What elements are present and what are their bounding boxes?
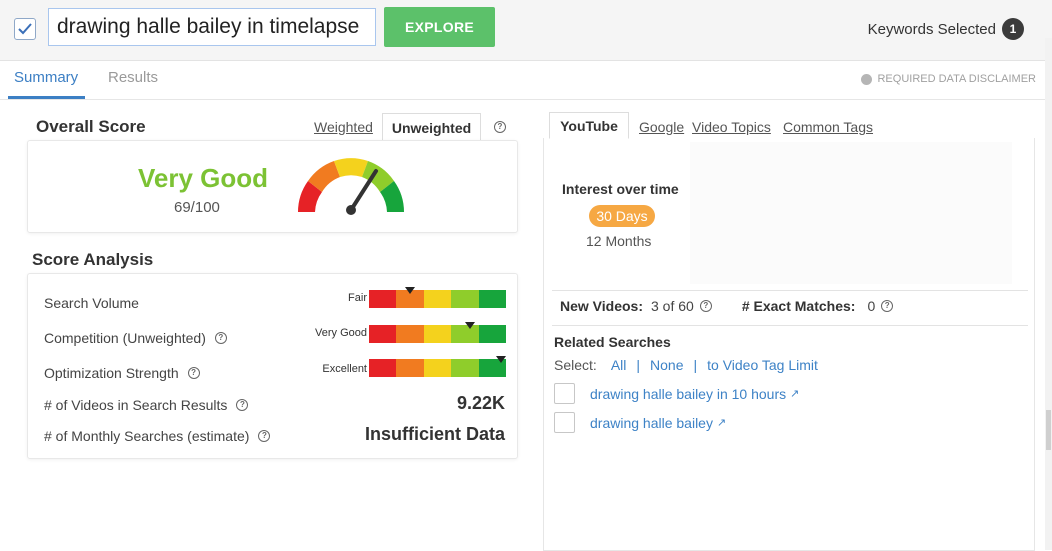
monthly-value: Insufficient Data (364, 424, 505, 444)
related-checkbox[interactable] (554, 383, 575, 404)
checkmark-icon (18, 23, 32, 35)
metric-optimization: Optimization Strength ? (44, 365, 200, 381)
score-value: 69/100 (174, 199, 220, 216)
related-checkbox[interactable] (554, 412, 575, 433)
keywords-selected[interactable]: Keywords Selected 1 (868, 18, 1024, 40)
related-searches-title: Related Searches (554, 334, 671, 350)
metric-monthly-searches: # of Monthly Searches (estimate) ? (44, 428, 271, 444)
tab-youtube[interactable]: YouTube (549, 112, 629, 139)
list-item: drawing halle bailey ↗ (554, 412, 726, 433)
keywords-selected-label: Keywords Selected (867, 20, 996, 38)
new-videos-value: 3 of 60 (651, 298, 694, 314)
info-icon (861, 73, 873, 85)
search-input[interactable] (48, 8, 376, 46)
tab-common-tags[interactable]: Common Tags (783, 119, 873, 135)
scrollbar-thumb[interactable] (1046, 410, 1051, 450)
separator: | (693, 357, 698, 373)
tabs-row: Summary Results REQUIRED DATA DISCLAIMER (0, 61, 1052, 100)
tab-weighted[interactable]: Weighted (314, 119, 373, 135)
separator: | (636, 357, 641, 373)
score-analysis-title: Score Analysis (32, 250, 154, 269)
data-disclaimer[interactable]: REQUIRED DATA DISCLAIMER (861, 73, 1036, 85)
interest-chart (690, 142, 1012, 284)
range-12-months[interactable]: 12 Months (586, 233, 651, 249)
range-30-days[interactable]: 30 Days (589, 205, 655, 227)
rating-bar (369, 325, 507, 343)
explore-button[interactable]: EXPLORE (384, 7, 495, 47)
external-link-icon[interactable]: ↗ (790, 387, 799, 400)
metric-label: Competition (Unweighted) (44, 330, 206, 346)
select-all-link[interactable]: All (611, 357, 627, 373)
video-stats: New Videos: 3 of 60 ? # Exact Matches: 0… (560, 298, 894, 314)
rating-label: Excellent (322, 363, 367, 375)
exact-matches-label: # Exact Matches: (741, 298, 856, 314)
select-video-tag-limit-link[interactable]: to Video Tag Limit (707, 357, 818, 373)
related-link[interactable]: drawing halle bailey in 10 hours (590, 386, 786, 402)
keyword-checkbox[interactable] (14, 18, 36, 40)
help-icon[interactable]: ? (258, 430, 271, 442)
scrollbar-track[interactable] (1045, 38, 1052, 550)
rating-marker (465, 322, 476, 329)
tab-google[interactable]: Google (639, 119, 684, 135)
rating-bar (369, 359, 507, 377)
tab-results[interactable]: Results (108, 69, 158, 86)
interest-title: Interest over time (562, 181, 679, 197)
metric-search-volume: Search Volume (44, 295, 139, 311)
select-row: Select: All | None | to Video Tag Limit (554, 357, 818, 373)
metric-videos: # of Videos in Search Results ? (44, 397, 249, 413)
metric-label: # of Monthly Searches (estimate) (44, 428, 250, 444)
select-none-link[interactable]: None (650, 357, 683, 373)
active-tab-indicator (8, 96, 85, 99)
top-bar: EXPLORE Keywords Selected 1 (0, 0, 1052, 61)
exact-matches-value: 0 (867, 298, 876, 314)
help-icon[interactable]: ? (187, 367, 200, 379)
rating-marker (405, 287, 416, 294)
help-icon[interactable]: ? (214, 332, 227, 344)
tab-summary[interactable]: Summary (14, 69, 78, 86)
divider (552, 290, 1028, 291)
help-icon[interactable]: ? (494, 121, 506, 133)
tab-unweighted[interactable]: Unweighted (382, 113, 481, 141)
rating-label: Fair (348, 292, 367, 304)
select-label: Select: (554, 357, 597, 373)
metric-competition: Competition (Unweighted) ? (44, 330, 227, 346)
help-icon[interactable]: ? (699, 300, 712, 312)
related-link[interactable]: drawing halle bailey (590, 415, 713, 431)
help-icon[interactable]: ? (881, 300, 894, 312)
metric-label: Search Volume (44, 295, 139, 311)
score-label: Very Good (138, 163, 269, 193)
external-link-icon[interactable]: ↗ (717, 416, 726, 429)
metric-label: # of Videos in Search Results (44, 397, 228, 413)
videos-value: 9.22K (456, 393, 505, 413)
overall-score-card: Very Good 69/100 (27, 140, 518, 233)
score-analysis-card: Search Volume Fair Competition (Unweight… (27, 273, 518, 459)
rating-label: Very Good (315, 327, 367, 339)
score-gauge-icon (298, 158, 404, 215)
list-item: drawing halle bailey in 10 hours ↗ (554, 383, 799, 404)
keywords-selected-count: 1 (1002, 18, 1024, 40)
divider (552, 325, 1028, 326)
tab-video-topics[interactable]: Video Topics (692, 119, 771, 135)
rating-bar (369, 290, 507, 308)
help-icon[interactable]: ? (236, 399, 249, 411)
metric-label: Optimization Strength (44, 365, 179, 381)
rating-marker (495, 356, 506, 363)
new-videos-label: New Videos: (560, 298, 643, 314)
disclaimer-label: REQUIRED DATA DISCLAIMER (877, 73, 1036, 85)
overall-score-title: Overall Score (36, 117, 146, 136)
